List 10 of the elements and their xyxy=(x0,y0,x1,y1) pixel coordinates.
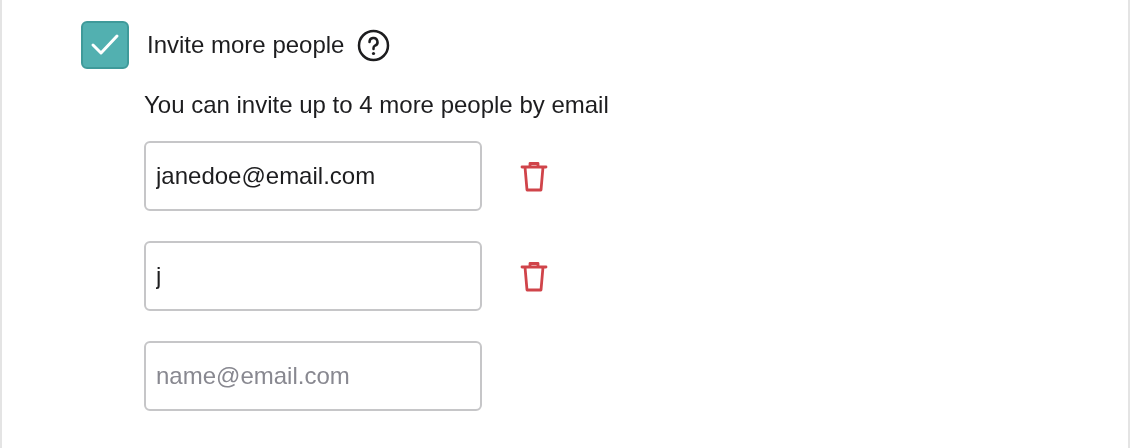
checkbox[interactable] xyxy=(81,21,129,69)
check-icon xyxy=(90,33,120,57)
email-field[interactable]: name@email.com xyxy=(144,341,482,411)
checkbox-label: Invite more people xyxy=(147,31,345,59)
trash-icon[interactable] xyxy=(519,259,549,293)
trash-icon[interactable] xyxy=(519,159,549,193)
help-icon[interactable] xyxy=(357,28,391,62)
email-field[interactable]: janedoe@email.com xyxy=(144,141,482,211)
invite-hint: You can invite up to 4 more people by email xyxy=(144,91,610,119)
email-field[interactable]: j xyxy=(144,241,482,311)
